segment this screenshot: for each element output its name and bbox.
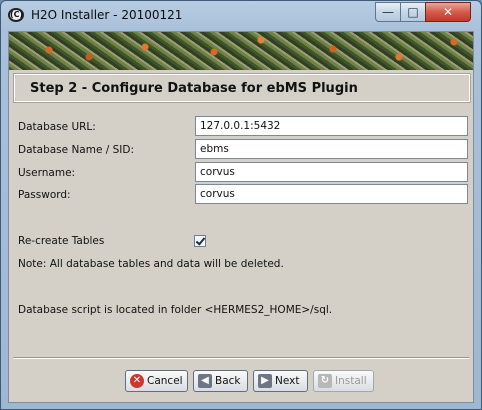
- password-input[interactable]: corvus: [195, 184, 468, 204]
- database-url-label: Database URL:: [18, 121, 96, 133]
- title-bar[interactable]: (C) H2O Installer - 20100121 — □ ✕: [1, 1, 481, 31]
- recreate-tables-checkbox[interactable]: [194, 235, 206, 247]
- database-name-label: Database Name / SID:: [18, 144, 135, 156]
- installer-window: (C) H2O Installer - 20100121 — □ ✕ Step …: [0, 0, 482, 410]
- app-icon: (C): [8, 8, 24, 22]
- back-button[interactable]: ◀ Back: [193, 370, 248, 392]
- warning-note: Note: All database tables and data will …: [18, 258, 284, 270]
- step-heading: Step 2 - Configure Database for ebMS Plu…: [30, 81, 358, 96]
- footer-divider: [13, 357, 469, 359]
- maximize-button[interactable]: □: [400, 2, 426, 22]
- next-label: Next: [275, 375, 300, 387]
- password-label: Password:: [18, 189, 71, 201]
- installer-content: Step 2 - Configure Database for ebMS Plu…: [8, 31, 474, 403]
- minimize-button[interactable]: —: [375, 2, 401, 22]
- database-url-input[interactable]: 127.0.0.1:5432: [195, 116, 468, 136]
- next-button[interactable]: ▶ Next: [253, 370, 308, 392]
- cancel-icon: ✕: [130, 374, 144, 388]
- cancel-button[interactable]: ✕ Cancel: [125, 370, 188, 392]
- back-arrow-icon: ◀: [198, 374, 212, 388]
- username-label: Username:: [18, 167, 76, 179]
- window-title: H2O Installer - 20100121: [31, 8, 183, 22]
- install-icon: ↻: [318, 374, 332, 388]
- cancel-label: Cancel: [147, 375, 183, 387]
- step-heading-panel: Step 2 - Configure Database for ebMS Plu…: [13, 73, 471, 103]
- install-button[interactable]: ↻ Install: [313, 370, 374, 392]
- username-input[interactable]: corvus: [195, 162, 468, 182]
- install-label: Install: [335, 375, 367, 387]
- next-arrow-icon: ▶: [258, 374, 272, 388]
- close-button[interactable]: ✕: [425, 2, 471, 22]
- banner-image: [9, 32, 473, 70]
- recreate-tables-label: Re-create Tables: [18, 235, 105, 247]
- script-location-note: Database script is located in folder <HE…: [18, 304, 333, 316]
- database-name-input[interactable]: ebms: [195, 139, 468, 159]
- back-label: Back: [215, 375, 241, 387]
